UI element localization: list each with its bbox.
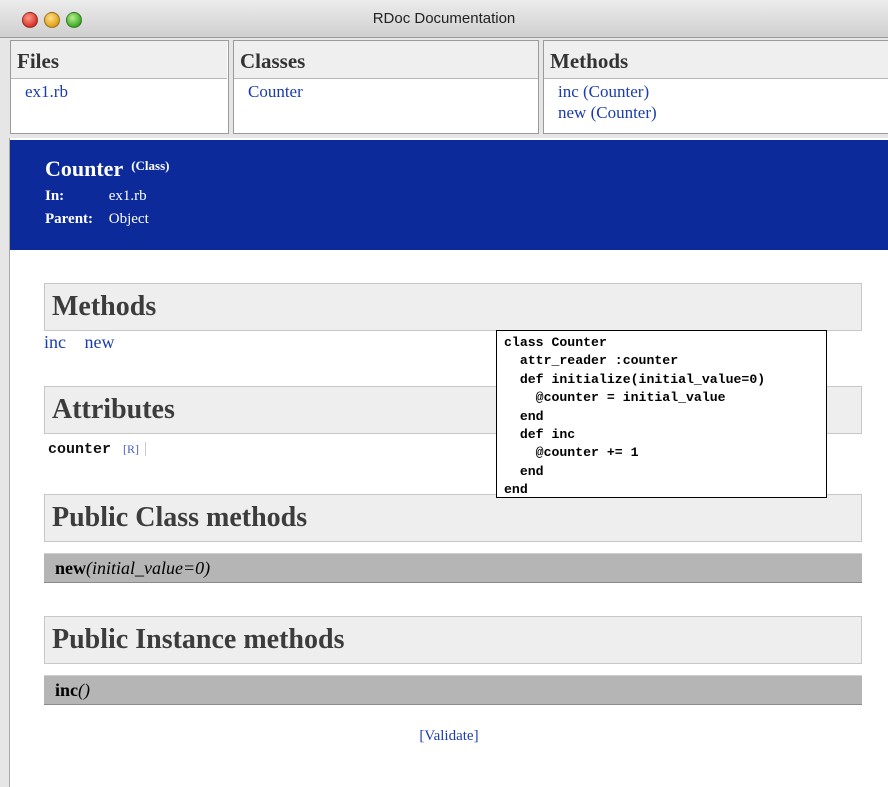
source-code: class Counter attr_reader :counter def i… [504,335,766,498]
methods-section-heading: Methods [44,283,862,331]
public-instance-methods-heading: Public Instance methods [44,616,862,664]
method-signature-inc[interactable]: inc() [44,675,862,705]
class-title-row: Counter (Class) [45,156,888,182]
method-args-new: (initial_value=0) [86,558,211,578]
class-link-counter[interactable]: Counter [248,81,538,102]
class-header: Counter (Class) In: ex1.rb Parent: Objec… [10,140,888,250]
method-index-link-new[interactable]: new [85,332,115,352]
methods-frame: Methods inc (Counter) new (Counter) [543,40,888,134]
parent-label: Parent: [45,211,94,227]
methods-frame-title: Methods [544,41,888,79]
class-parent-row: Parent: Object [45,211,888,228]
method-args-inc: () [78,680,91,700]
public-class-methods-heading: Public Class methods [44,494,862,542]
file-link-ex1[interactable]: ex1.rb [25,81,228,102]
method-index-link-inc[interactable]: inc [44,332,66,352]
classes-frame-title: Classes [234,41,538,79]
window-left-edge [0,138,10,787]
window-title: RDoc Documentation [372,10,516,27]
in-label: In: [45,188,65,204]
attribute-mode: [R] [123,442,147,456]
source-code-popup: class Counter attr_reader :counter def i… [496,330,827,498]
class-file-row: In: ex1.rb [45,188,888,205]
method-name-new: new [55,558,86,578]
window-titlebar: RDoc Documentation [0,0,888,38]
attribute-row: counter [R] [48,440,147,458]
method-link-new[interactable]: new (Counter) [558,102,888,123]
files-frame: Files ex1.rb [10,40,229,134]
validate-link[interactable]: [Validate] [10,728,888,745]
method-link-list: inc new [44,332,129,353]
in-value: ex1.rb [108,188,147,204]
method-signature-new[interactable]: new(initial_value=0) [44,553,862,583]
index-frames: Files ex1.rb Classes Counter Methods inc… [0,38,888,138]
method-name-inc: inc [55,680,79,700]
classes-frame: Classes Counter [233,40,539,134]
attribute-name: counter [48,441,112,458]
parent-value: Object [108,211,149,227]
method-link-inc[interactable]: inc (Counter) [558,81,888,102]
files-frame-title: Files [11,41,227,79]
class-kind: (Class) [131,157,170,173]
class-name: Counter [45,156,124,181]
